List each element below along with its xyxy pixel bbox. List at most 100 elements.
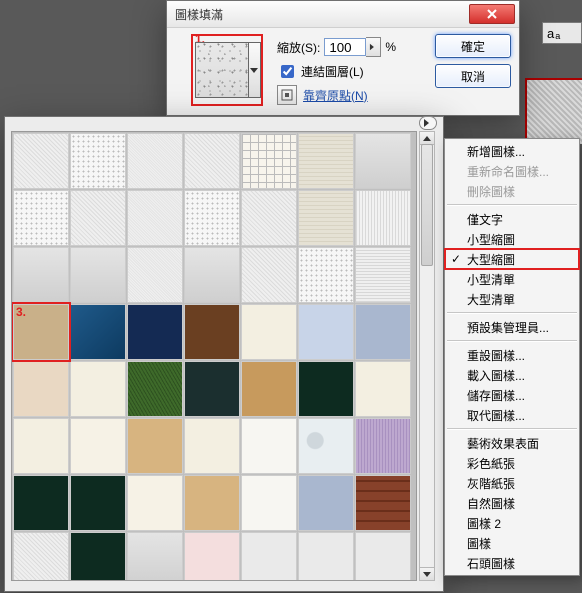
pattern-swatch[interactable] bbox=[355, 418, 411, 474]
pattern-swatch[interactable] bbox=[298, 190, 354, 246]
menu-item[interactable]: 載入圖樣... bbox=[445, 365, 579, 385]
pattern-swatch[interactable] bbox=[127, 190, 183, 246]
pattern-swatch[interactable] bbox=[241, 304, 297, 360]
menu-item: 刪除圖樣 bbox=[445, 181, 579, 201]
pattern-swatch[interactable] bbox=[355, 475, 411, 531]
pattern-swatch[interactable] bbox=[298, 361, 354, 417]
menu-item[interactable]: 圖樣 2 bbox=[445, 513, 579, 533]
chevron-up-icon bbox=[423, 136, 431, 141]
pattern-swatch[interactable] bbox=[355, 133, 411, 189]
menu-item[interactable]: 重設圖樣... bbox=[445, 345, 579, 365]
pattern-dropdown-button[interactable] bbox=[249, 42, 261, 98]
menu-item[interactable]: 灰階紙張 bbox=[445, 473, 579, 493]
menu-item[interactable]: 儲存圖樣... bbox=[445, 385, 579, 405]
pattern-swatch[interactable] bbox=[241, 133, 297, 189]
pattern-swatch[interactable] bbox=[355, 190, 411, 246]
scrollbar-down-button[interactable] bbox=[420, 567, 434, 580]
pattern-swatch[interactable] bbox=[127, 133, 183, 189]
ok-button[interactable]: 確定 bbox=[435, 34, 511, 58]
pattern-swatch[interactable] bbox=[184, 190, 240, 246]
pattern-swatch[interactable] bbox=[127, 361, 183, 417]
snap-origin-button[interactable] bbox=[277, 85, 297, 105]
snap-origin-link[interactable]: 靠齊原點(N) bbox=[303, 87, 368, 104]
pattern-swatch[interactable] bbox=[127, 247, 183, 303]
menu-item[interactable]: 自然圖樣 bbox=[445, 493, 579, 513]
scale-stepper[interactable] bbox=[366, 37, 381, 57]
checkmark-icon: ✓ bbox=[451, 252, 461, 266]
pattern-swatch[interactable] bbox=[298, 247, 354, 303]
pattern-swatch[interactable] bbox=[13, 247, 69, 303]
pattern-swatch[interactable] bbox=[70, 475, 126, 531]
cancel-button[interactable]: 取消 bbox=[435, 64, 511, 88]
menu-item-label: 取代圖樣... bbox=[467, 407, 525, 424]
current-pattern-thumbnail[interactable] bbox=[195, 42, 249, 98]
pattern-swatch[interactable] bbox=[127, 475, 183, 531]
pattern-swatch[interactable] bbox=[298, 304, 354, 360]
pattern-picker-popup: 3. bbox=[4, 116, 444, 592]
pattern-fill-dialog: 圖樣填滿 1. 縮 bbox=[166, 0, 520, 116]
menu-item[interactable]: 僅文字 bbox=[445, 209, 579, 229]
pattern-swatch[interactable] bbox=[241, 361, 297, 417]
pattern-swatch[interactable] bbox=[70, 532, 126, 581]
pattern-swatch[interactable] bbox=[70, 190, 126, 246]
pattern-swatch[interactable] bbox=[13, 532, 69, 581]
pattern-swatch[interactable] bbox=[241, 418, 297, 474]
menu-item[interactable]: ✓大型縮圖 bbox=[445, 249, 579, 269]
pattern-swatch[interactable] bbox=[127, 418, 183, 474]
pattern-swatch[interactable] bbox=[13, 361, 69, 417]
picker-flyout-button[interactable] bbox=[419, 116, 437, 130]
pattern-swatch[interactable] bbox=[355, 247, 411, 303]
pattern-swatch[interactable] bbox=[70, 361, 126, 417]
pattern-swatch[interactable] bbox=[184, 532, 240, 581]
window-close-button[interactable] bbox=[469, 4, 515, 24]
pattern-swatch[interactable] bbox=[184, 475, 240, 531]
menu-item[interactable]: 石頭圖樣 bbox=[445, 553, 579, 573]
pattern-swatch[interactable] bbox=[241, 247, 297, 303]
pattern-swatch[interactable] bbox=[184, 361, 240, 417]
pattern-swatch[interactable] bbox=[355, 532, 411, 581]
pattern-swatch[interactable] bbox=[298, 532, 354, 581]
text-tool-indicator: a a bbox=[542, 22, 582, 44]
scale-input[interactable] bbox=[324, 38, 366, 56]
pattern-swatch[interactable] bbox=[355, 361, 411, 417]
dialog-title: 圖樣填滿 bbox=[175, 6, 223, 23]
link-layers-checkbox[interactable] bbox=[281, 65, 294, 78]
pattern-swatch[interactable] bbox=[184, 133, 240, 189]
picker-scrollbar[interactable] bbox=[419, 131, 435, 581]
menu-item[interactable]: 小型縮圖 bbox=[445, 229, 579, 249]
menu-item[interactable]: 藝術效果表面 bbox=[445, 433, 579, 453]
pattern-swatch[interactable] bbox=[127, 304, 183, 360]
pattern-swatch[interactable] bbox=[298, 133, 354, 189]
pattern-swatch[interactable] bbox=[184, 304, 240, 360]
pattern-swatch[interactable] bbox=[70, 418, 126, 474]
pattern-swatch[interactable] bbox=[241, 532, 297, 581]
pattern-swatch[interactable] bbox=[70, 247, 126, 303]
pattern-swatch[interactable] bbox=[13, 133, 69, 189]
pattern-swatch[interactable] bbox=[298, 418, 354, 474]
menu-item[interactable]: 圖樣 bbox=[445, 533, 579, 553]
menu-item[interactable]: 彩色紙張 bbox=[445, 453, 579, 473]
pattern-swatch[interactable] bbox=[70, 133, 126, 189]
pattern-swatch[interactable] bbox=[13, 190, 69, 246]
pattern-swatch[interactable] bbox=[13, 418, 69, 474]
pattern-swatch[interactable] bbox=[355, 304, 411, 360]
menu-item[interactable]: 新增圖樣... bbox=[445, 141, 579, 161]
pattern-swatch[interactable] bbox=[13, 475, 69, 531]
menu-separator bbox=[447, 312, 577, 314]
pattern-swatch[interactable] bbox=[241, 190, 297, 246]
menu-item[interactable]: 取代圖樣... bbox=[445, 405, 579, 425]
pattern-swatch[interactable] bbox=[298, 475, 354, 531]
pattern-swatch[interactable]: 3. bbox=[13, 304, 69, 360]
menu-item-label: 彩色紙張 bbox=[467, 455, 515, 472]
annotation-1-box bbox=[191, 34, 263, 106]
menu-item[interactable]: 大型清單 bbox=[445, 289, 579, 309]
dialog-titlebar[interactable]: 圖樣填滿 bbox=[167, 1, 519, 28]
scrollbar-thumb[interactable] bbox=[421, 144, 433, 266]
menu-item[interactable]: 預設集管理員... bbox=[445, 317, 579, 337]
pattern-swatch[interactable] bbox=[127, 532, 183, 581]
pattern-swatch[interactable] bbox=[70, 304, 126, 360]
pattern-swatch[interactable] bbox=[184, 418, 240, 474]
pattern-swatch[interactable] bbox=[184, 247, 240, 303]
menu-item[interactable]: 小型清單 bbox=[445, 269, 579, 289]
pattern-swatch[interactable] bbox=[241, 475, 297, 531]
